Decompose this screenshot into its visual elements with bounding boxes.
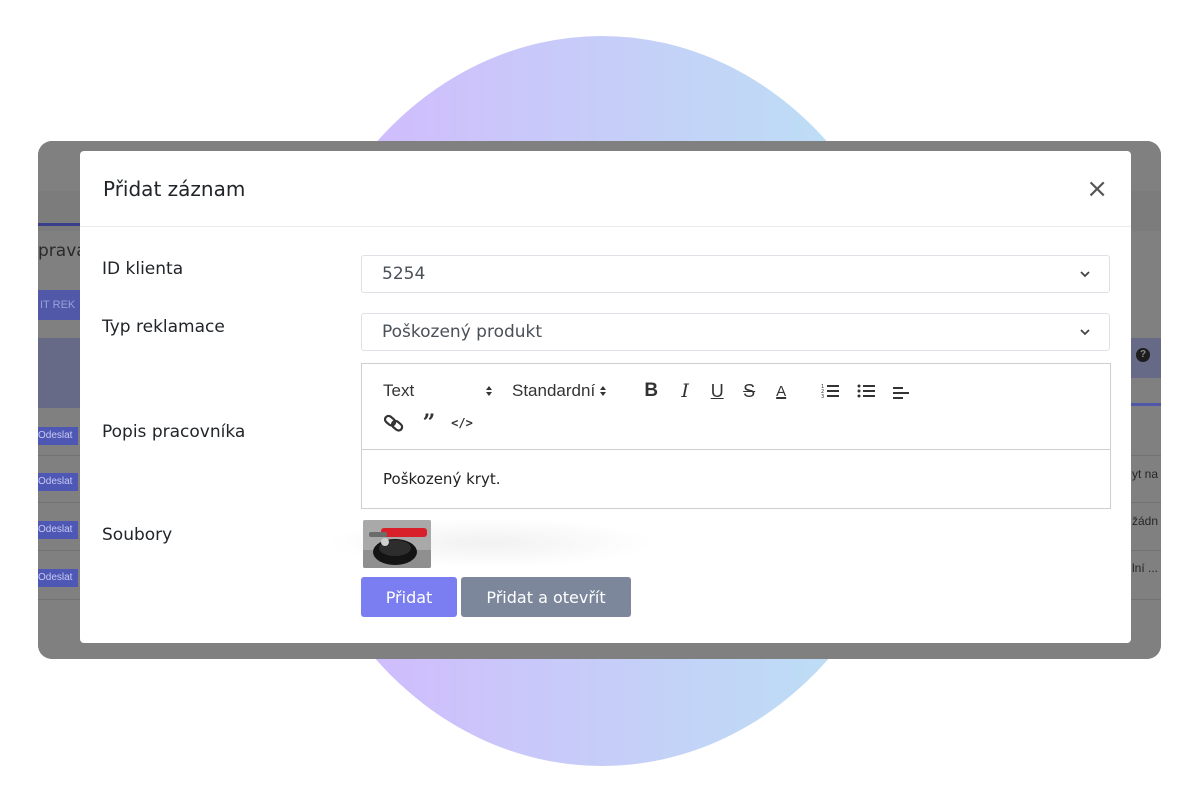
modal-title: Přidat záznam <box>103 176 246 201</box>
client-id-select[interactable]: 5254 <box>361 255 1110 293</box>
background-cell-text: lní ... <box>1132 561 1159 575</box>
worker-description-label: Popis pracovníka <box>102 422 246 442</box>
chevron-down-icon <box>1080 271 1090 278</box>
background-nav-indicator <box>38 223 80 226</box>
chevron-down-icon <box>1080 329 1090 336</box>
background-send-button: Odeslat <box>38 569 78 587</box>
editor-content[interactable]: Poškozený kryt. <box>362 450 1110 508</box>
modal-header: Přidat záznam × <box>80 151 1131 227</box>
underline-icon[interactable]: U <box>707 381 727 402</box>
quote-icon[interactable]: ” <box>419 410 439 436</box>
background-new-complaint-button: IT REK <box>38 290 82 320</box>
align-icon[interactable] <box>891 383 913 399</box>
complaint-type-value: Poškozený produkt <box>382 322 543 342</box>
sort-icon <box>486 386 492 396</box>
italic-icon[interactable]: I <box>675 380 695 402</box>
add-record-modal: Přidat záznam × ID klienta 5254 Typ rekl… <box>80 151 1131 643</box>
background-send-button: Odeslat <box>38 521 78 539</box>
files-label: Soubory <box>102 525 173 545</box>
font-select[interactable]: Text <box>383 381 493 401</box>
background-filter-panel <box>38 338 82 408</box>
font-select-label: Text <box>383 381 415 400</box>
link-icon[interactable] <box>383 414 405 432</box>
sort-icon <box>600 386 607 396</box>
bold-icon[interactable]: B <box>641 380 661 402</box>
client-id-label: ID klienta <box>102 259 184 279</box>
svg-text:3: 3 <box>821 394 824 399</box>
code-icon[interactable]: </> <box>451 416 473 430</box>
complaint-type-label: Typ reklamace <box>102 317 225 337</box>
close-icon[interactable]: × <box>1086 176 1108 202</box>
ordered-list-icon[interactable]: 123 <box>819 383 841 399</box>
background-send-button: Odeslat <box>38 473 78 491</box>
strikethrough-icon[interactable]: S <box>739 381 759 402</box>
bullet-list-icon[interactable] <box>855 383 877 399</box>
uploaded-file-thumbnail[interactable] <box>363 520 431 568</box>
rich-text-editor: Text Standardní B I U S A 123 ” </> Pošk… <box>361 363 1111 509</box>
text-color-icon[interactable]: A <box>771 383 791 400</box>
add-button[interactable]: Přidat <box>361 577 457 617</box>
editor-toolbar: Text Standardní B I U S A 123 ” </> <box>362 364 1110 450</box>
add-and-open-button[interactable]: Přidat a otevřít <box>461 577 631 617</box>
client-id-value: 5254 <box>382 264 426 284</box>
background-cell-text: žádn <box>1132 514 1159 528</box>
background-send-button: Odeslat <box>38 427 78 445</box>
help-icon: ? <box>1136 348 1150 362</box>
complaint-type-select[interactable]: Poškozený produkt <box>361 313 1110 351</box>
size-select-label: Standardní <box>512 381 596 400</box>
background-cell-text: yt na <box>1132 467 1159 481</box>
background-divider <box>1130 403 1161 406</box>
size-select[interactable]: Standardní <box>512 381 607 401</box>
